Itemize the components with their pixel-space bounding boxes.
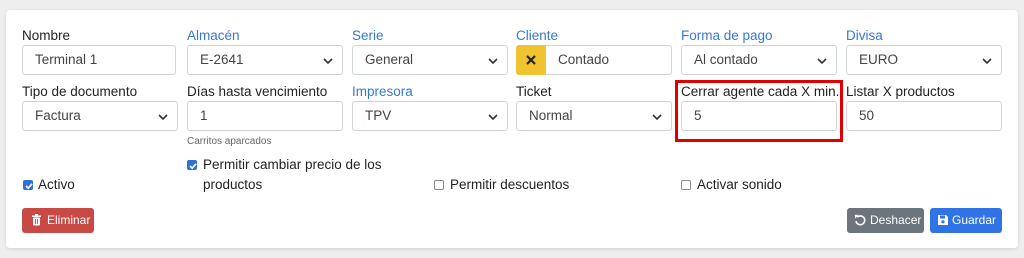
ticket-select[interactable]: Normal <box>516 101 672 131</box>
deshacer-button-label: Deshacer <box>870 213 922 227</box>
activo-checkbox[interactable] <box>23 180 33 190</box>
sonido-label: Activar sonido <box>697 177 782 192</box>
chevron-down-icon <box>652 114 662 121</box>
listar-productos-input[interactable]: 50 <box>846 101 1002 131</box>
nombre-input[interactable]: Terminal 1 <box>22 45 176 75</box>
chevron-down-icon <box>982 58 992 65</box>
tipo-documento-select[interactable]: Factura <box>22 101 178 131</box>
nombre-value: Terminal 1 <box>35 52 98 67</box>
almacen-label[interactable]: Almacén <box>187 28 240 43</box>
dias-vencimiento-value: 1 <box>200 108 208 123</box>
dias-vencimiento-input[interactable]: 1 <box>187 101 343 131</box>
cambiar-precio-checkbox[interactable] <box>187 160 197 170</box>
cambiar-precio-label-line2: productos <box>203 177 263 192</box>
cliente-group: Contado <box>516 45 672 75</box>
serie-select[interactable]: General <box>352 45 508 75</box>
carritos-aparcados-help: Carritos aparcados <box>187 136 272 147</box>
x-icon <box>526 55 536 65</box>
cliente-value: Contado <box>558 52 610 67</box>
activo-label: Activo <box>38 177 75 192</box>
serie-value: General <box>365 52 414 67</box>
eliminar-button[interactable]: Eliminar <box>22 208 94 233</box>
check-icon <box>25 183 33 190</box>
deshacer-button[interactable]: Deshacer <box>847 208 924 233</box>
forma-pago-value: Al contado <box>694 52 758 67</box>
undo-icon <box>854 214 866 226</box>
chevron-down-icon <box>488 58 498 65</box>
forma-pago-select[interactable]: Al contado <box>681 45 837 75</box>
nombre-label: Nombre <box>22 28 71 43</box>
guardar-button-label: Guardar <box>952 213 997 227</box>
listar-productos-value: 50 <box>859 108 875 123</box>
impresora-value: TPV <box>365 108 392 123</box>
trash-icon <box>32 214 41 226</box>
check-icon <box>189 163 197 170</box>
tipo-documento-value: Factura <box>35 108 81 123</box>
serie-label[interactable]: Serie <box>352 28 384 43</box>
chevron-down-icon <box>158 114 168 121</box>
descuentos-label: Permitir descuentos <box>450 177 570 192</box>
divisa-select[interactable]: EURO <box>846 45 1002 75</box>
almacen-value: E-2641 <box>200 52 244 67</box>
chevron-down-icon <box>488 114 498 121</box>
ticket-label: Ticket <box>516 84 552 99</box>
forma-pago-label[interactable]: Forma de pago <box>681 28 773 43</box>
clear-cliente-button[interactable] <box>516 45 546 75</box>
sonido-checkbox[interactable] <box>681 180 691 190</box>
tipo-documento-label: Tipo de documento <box>22 84 138 99</box>
eliminar-button-label: Eliminar <box>47 213 91 227</box>
impresora-select[interactable]: TPV <box>352 101 508 131</box>
divisa-label[interactable]: Divisa <box>846 28 883 43</box>
ticket-value: Normal <box>529 108 573 123</box>
chevron-down-icon <box>817 58 827 65</box>
guardar-button[interactable]: Guardar <box>930 208 1002 233</box>
highlight-box <box>675 80 843 142</box>
listar-productos-label: Listar X productos <box>846 84 955 99</box>
divisa-value: EURO <box>859 52 899 67</box>
impresora-label[interactable]: Impresora <box>352 84 413 99</box>
floppy-icon <box>938 215 948 225</box>
descuentos-checkbox[interactable] <box>434 180 444 190</box>
cliente-input[interactable]: Contado <box>546 45 672 75</box>
form-card: Nombre Almacén Serie Cliente Forma de pa… <box>6 10 1018 248</box>
cambiar-precio-label-line1: Permitir cambiar precio de los <box>203 157 382 172</box>
almacen-select[interactable]: E-2641 <box>187 45 343 75</box>
dias-vencimiento-label: Días hasta vencimiento <box>187 84 328 99</box>
cliente-label[interactable]: Cliente <box>516 28 558 43</box>
chevron-down-icon <box>323 58 333 65</box>
